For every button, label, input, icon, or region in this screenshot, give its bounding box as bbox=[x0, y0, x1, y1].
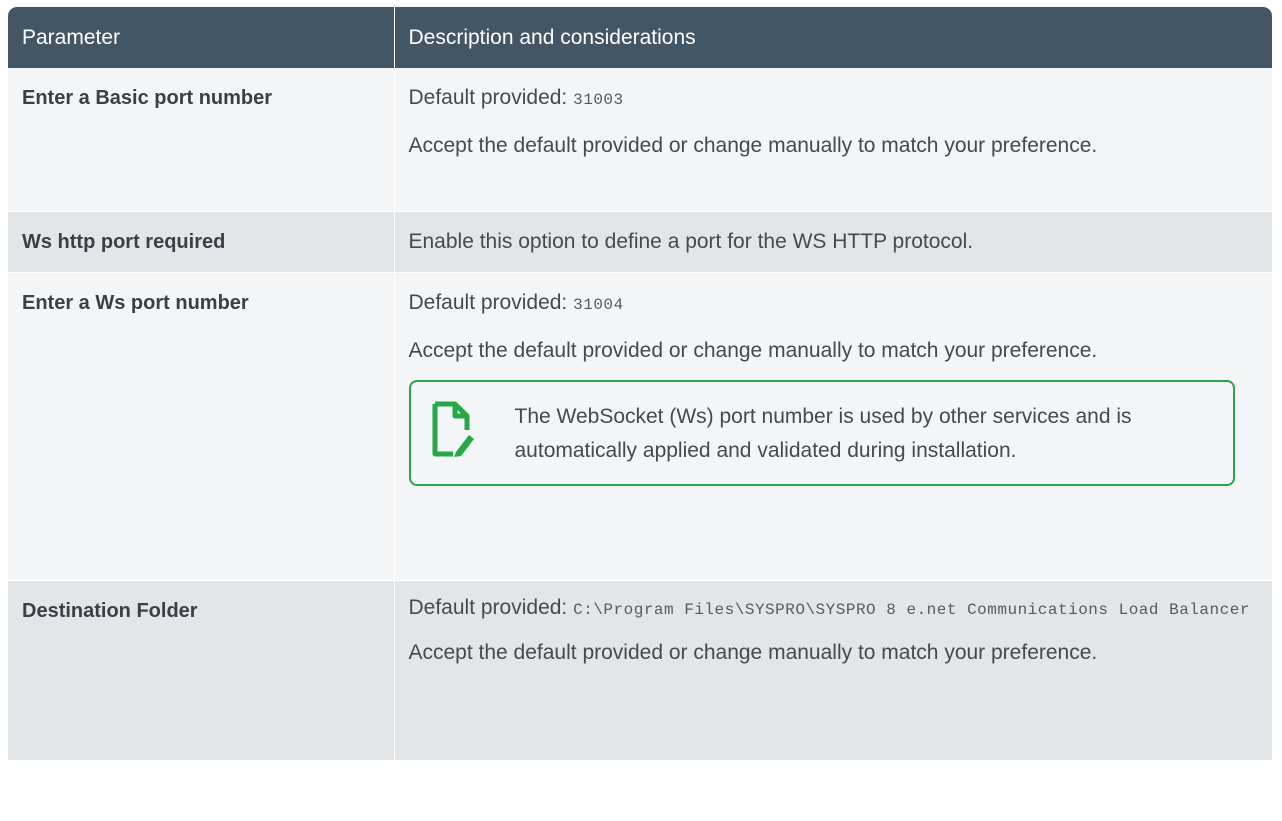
table-row: Destination Folder Default provided: C:\… bbox=[8, 580, 1272, 761]
note-edit-icon bbox=[431, 400, 481, 462]
note-callout: The WebSocket (Ws) port number is used b… bbox=[408, 379, 1235, 486]
parameter-table-wrapper: Parameter Description and considerations… bbox=[8, 7, 1272, 761]
default-label: Default provided: bbox=[408, 290, 568, 314]
description-text: Enable this option to define a port for … bbox=[408, 229, 974, 253]
default-line: Default provided: C:\Program Files\SYSPR… bbox=[409, 594, 1259, 624]
accept-text: Accept the default provided or change ma… bbox=[408, 338, 1098, 362]
header-row: Parameter Description and considerations bbox=[8, 7, 1272, 68]
param-name: Enter a Basic port number bbox=[8, 68, 395, 212]
table-row: Enter a Ws port number Default provided:… bbox=[8, 272, 1272, 581]
table-header: Parameter Description and considerations bbox=[8, 7, 1272, 68]
param-name: Destination Folder bbox=[8, 580, 395, 761]
param-description: Default provided: 31003 Accept the defau… bbox=[394, 68, 1272, 212]
default-value: 31004 bbox=[573, 295, 624, 314]
accept-text: Accept the default provided or change ma… bbox=[408, 134, 1098, 157]
param-name: Ws http port required bbox=[8, 211, 395, 273]
table-row: Ws http port required Enable this option… bbox=[8, 211, 1272, 273]
table-body: Enter a Basic port number Default provid… bbox=[8, 68, 1272, 761]
table-row: Enter a Basic port number Default provid… bbox=[8, 68, 1272, 212]
param-description: Default provided: 31004 Accept the defau… bbox=[394, 272, 1272, 581]
param-name: Enter a Ws port number bbox=[8, 272, 395, 581]
header-description: Description and considerations bbox=[394, 7, 1272, 68]
param-description: Enable this option to define a port for … bbox=[394, 211, 1272, 273]
param-description: Default provided: C:\Program Files\SYSPR… bbox=[394, 580, 1272, 761]
default-label: Default provided: bbox=[408, 595, 568, 619]
parameter-table: Parameter Description and considerations… bbox=[8, 7, 1272, 761]
default-line: Default provided: 31004 bbox=[409, 286, 1259, 322]
note-text: The WebSocket (Ws) port number is used b… bbox=[514, 404, 1132, 462]
default-value: C:\Program Files\SYSPRO\SYSPRO 8 e.net C… bbox=[573, 600, 1250, 619]
header-parameter: Parameter bbox=[8, 7, 395, 68]
default-label: Default provided: bbox=[408, 86, 568, 109]
accept-text: Accept the default provided or change ma… bbox=[408, 640, 1098, 664]
default-line: Default provided: 31003 bbox=[409, 81, 1259, 117]
default-value: 31003 bbox=[573, 91, 624, 109]
